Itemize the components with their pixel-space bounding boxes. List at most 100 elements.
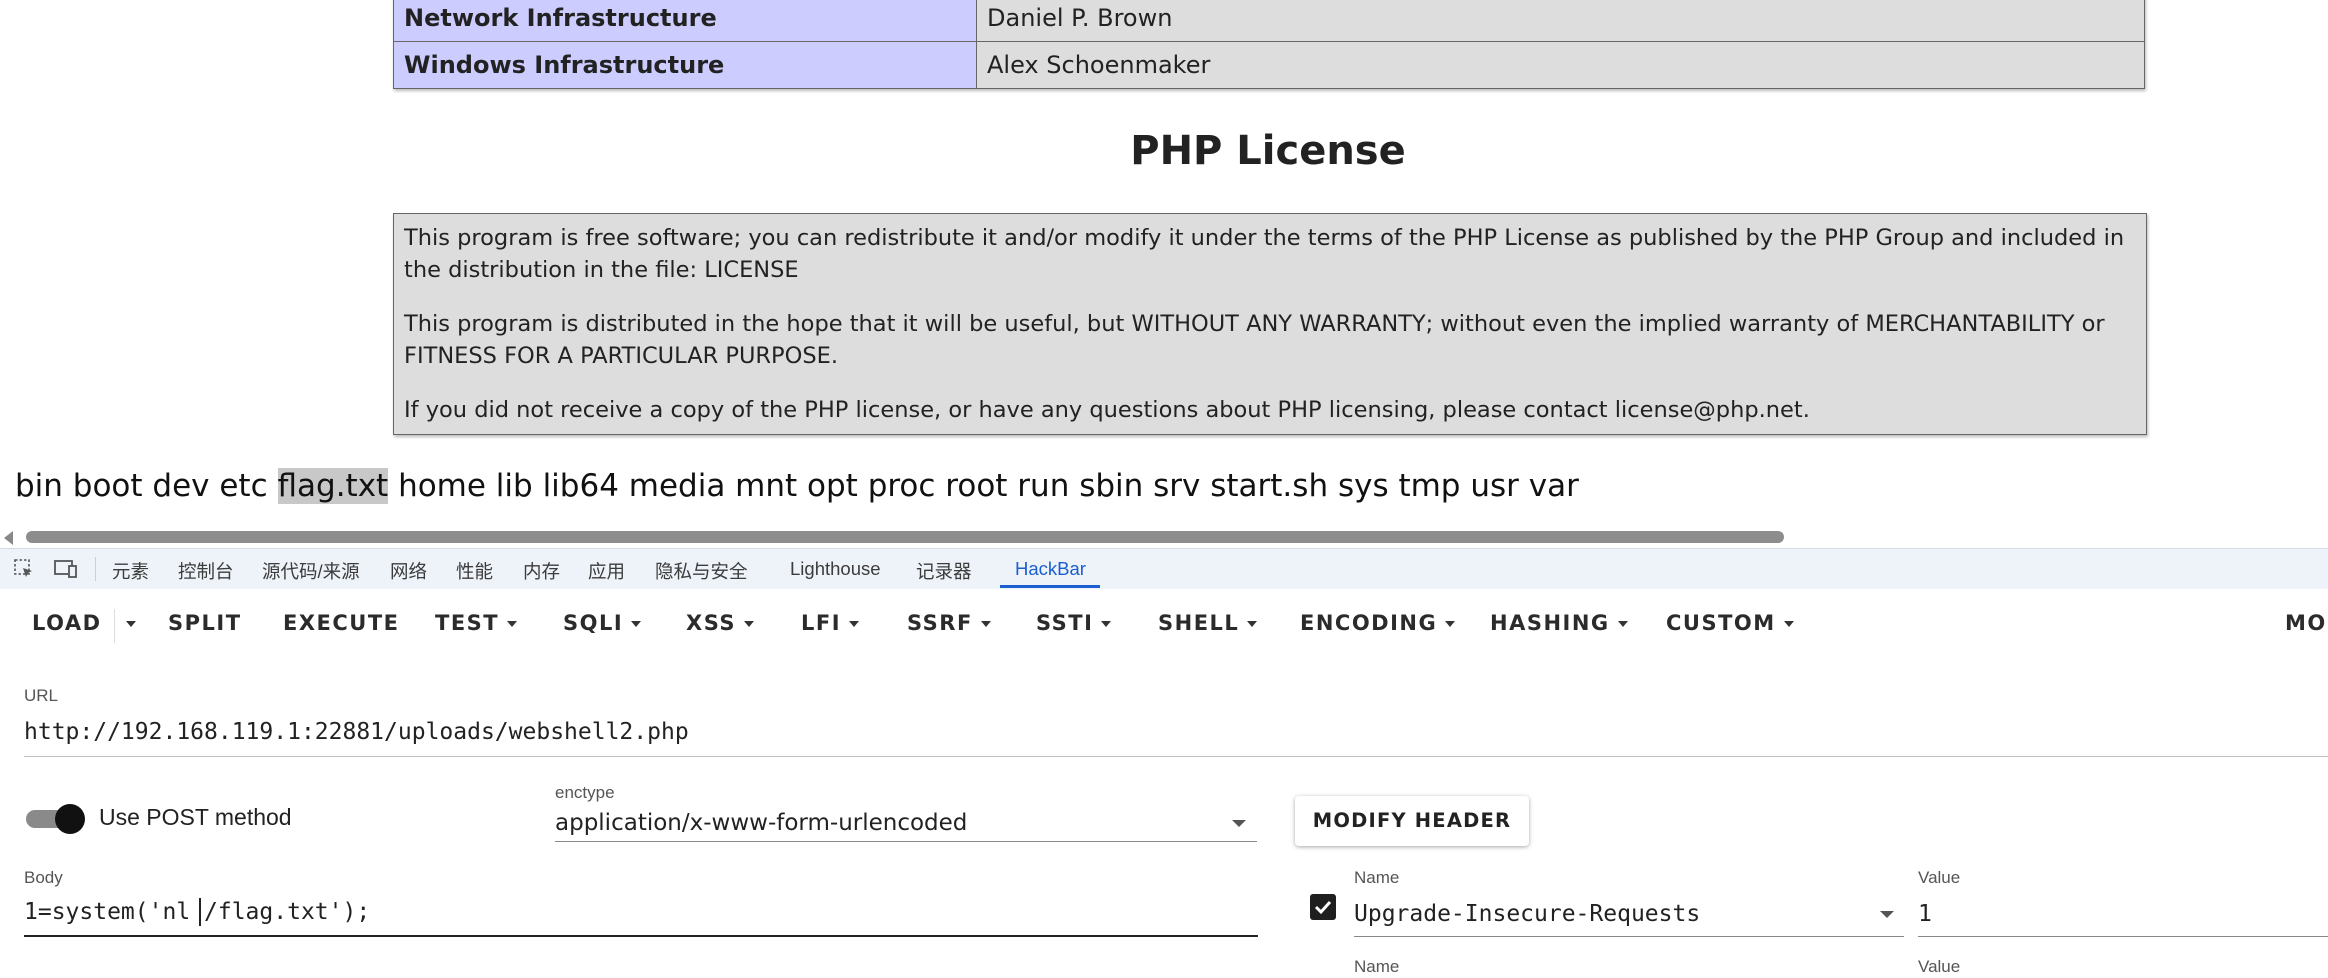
dropdown-arrow-icon[interactable] (1880, 911, 1894, 918)
body-input[interactable]: 1=system('nl /flag.txt'); (24, 899, 370, 925)
chevron-down-icon (1445, 621, 1456, 627)
header-name-label: Name (1354, 868, 1400, 887)
mode-menu-button[interactable]: MODE (2285, 611, 2328, 635)
split-button[interactable]: SPLIT (168, 611, 242, 635)
header-name-underline (1354, 936, 1904, 937)
sqli-menu-button[interactable]: SQLI (563, 611, 642, 635)
text-cursor (199, 898, 201, 926)
credits-table: Network Infrastructure Daniel P. Brown W… (393, 0, 2145, 89)
horizontal-scrollbar[interactable] (0, 528, 2328, 546)
post-method-toggle[interactable] (26, 803, 86, 834)
body-input-underline (24, 935, 1258, 937)
body-label: Body (24, 868, 63, 887)
encoding-menu-button[interactable]: ENCODING (1300, 611, 1456, 635)
test-menu-button[interactable]: TEST (435, 611, 518, 635)
selected-text: flag.txt (277, 468, 389, 504)
ssrf-menu-button[interactable]: SSRF (907, 611, 991, 635)
url-label: URL (24, 686, 59, 705)
chevron-down-icon (1247, 621, 1258, 627)
url-input-underline (24, 756, 2328, 757)
device-toolbar-icon[interactable] (53, 557, 77, 581)
toggle-knob (55, 804, 85, 834)
header-enabled-checkbox[interactable] (1310, 894, 1336, 920)
tab-performance[interactable]: 性能 (456, 558, 493, 584)
shell-menu-button[interactable]: SHELL (1158, 611, 1258, 635)
hashing-menu-button[interactable]: HASHING (1490, 611, 1628, 635)
chevron-down-icon (744, 621, 754, 627)
lfi-menu-button[interactable]: LFI (801, 611, 860, 635)
credits-area-cell: Network Infrastructure (393, 0, 977, 42)
tab-elements[interactable]: 元素 (112, 558, 149, 584)
tab-sources[interactable]: 源代码/来源 (262, 558, 360, 584)
license-paragraph: This program is free software; you can r… (404, 225, 2125, 283)
test-label: TEST (435, 611, 500, 635)
chevron-down-icon (1101, 621, 1112, 627)
chevron-down-icon (980, 621, 991, 627)
tab-console[interactable]: 控制台 (178, 558, 234, 584)
load-button[interactable]: LOAD (32, 611, 102, 635)
custom-label: CUSTOM (1666, 611, 1776, 635)
url-input[interactable]: http://192.168.119.1:22881/uploads/websh… (24, 719, 689, 745)
load-dropdown-button[interactable] (118, 611, 136, 635)
ssrf-label: SSRF (907, 611, 973, 635)
chevron-down-icon (507, 621, 518, 627)
tab-network[interactable]: 网络 (390, 558, 427, 584)
license-box: This program is free software; you can r… (393, 213, 2147, 435)
scrollbar-thumb[interactable] (26, 531, 1784, 543)
chevron-down-icon (1783, 621, 1794, 627)
xss-label: XSS (686, 611, 736, 635)
credits-name-cell: Alex Schoenmaker (976, 41, 2145, 89)
header-value-underline (1918, 936, 2328, 937)
credits-area-cell: Windows Infrastructure (393, 41, 977, 89)
phpinfo-page: Network Infrastructure Daniel P. Brown W… (0, 0, 2328, 530)
tab-privacy-security[interactable]: 隐私与安全 (655, 558, 748, 584)
ssti-menu-button[interactable]: SSTI (1036, 611, 1112, 635)
license-heading: PHP License (1130, 128, 1406, 174)
enctype-select[interactable]: application/x-www-form-urlencoded (555, 810, 967, 836)
post-method-label: Use POST method (99, 804, 292, 830)
license-paragraph: If you did not receive a copy of the PHP… (404, 397, 1810, 423)
chevron-down-icon (849, 621, 860, 627)
encoding-label: ENCODING (1300, 611, 1438, 635)
scroll-left-icon[interactable] (4, 531, 13, 545)
chevron-down-icon (126, 621, 136, 627)
xss-menu-button[interactable]: XSS (686, 611, 754, 635)
inspect-element-icon[interactable] (12, 557, 36, 581)
hackbar-toolbar: LOAD SPLIT EXECUTE TEST SQLI XSS LFI SSR… (0, 589, 2328, 661)
header-value-label: Value (1918, 957, 1961, 976)
chevron-down-icon (1617, 621, 1628, 627)
table-row: Windows Infrastructure Alex Schoenmaker (393, 41, 2145, 89)
custom-menu-button[interactable]: CUSTOM (1666, 611, 1794, 635)
tab-recorder[interactable]: 记录器 (916, 558, 972, 584)
table-row: Network Infrastructure Daniel P. Brown (393, 0, 2145, 42)
tab-hackbar[interactable]: HackBar (1015, 558, 1086, 580)
dropdown-arrow-icon[interactable] (1232, 820, 1246, 827)
credits-name-cell: Daniel P. Brown (976, 0, 2145, 42)
tab-application[interactable]: 应用 (588, 558, 625, 584)
execute-button[interactable]: EXECUTE (283, 611, 400, 635)
devtools-tab-bar: 元素 控制台 源代码/来源 网络 性能 内存 应用 隐私与安全 Lighthou… (0, 548, 2328, 590)
tab-lighthouse[interactable]: Lighthouse (790, 558, 881, 580)
header-name-select[interactable]: Upgrade-Insecure-Requests (1354, 901, 1700, 927)
header-name-label: Name (1354, 957, 1400, 976)
shell-label: SHELL (1158, 611, 1240, 635)
hashing-label: HASHING (1490, 611, 1610, 635)
ssti-label: SSTI (1036, 611, 1094, 635)
output-text: home lib lib64 media mnt opt proc root r… (388, 468, 1579, 504)
command-output: bin boot dev etc flag.txt home lib lib64… (15, 468, 1579, 504)
lfi-label: LFI (801, 611, 842, 635)
modify-header-button[interactable]: MODIFY HEADER (1295, 796, 1529, 846)
header-value-input[interactable]: 1 (1918, 901, 1932, 927)
header-value-label: Value (1918, 868, 1961, 887)
enctype-underline (555, 841, 1257, 842)
enctype-label: enctype (555, 783, 615, 802)
tab-memory[interactable]: 内存 (523, 558, 560, 584)
output-text: bin boot dev etc (15, 468, 278, 504)
chevron-down-icon (631, 621, 642, 627)
active-tab-indicator (1000, 585, 1100, 588)
check-icon (1314, 900, 1332, 915)
toolbar-divider (114, 609, 115, 643)
sqli-label: SQLI (563, 611, 624, 635)
license-paragraph: This program is distributed in the hope … (404, 311, 2105, 369)
toolbar-divider (95, 557, 96, 581)
